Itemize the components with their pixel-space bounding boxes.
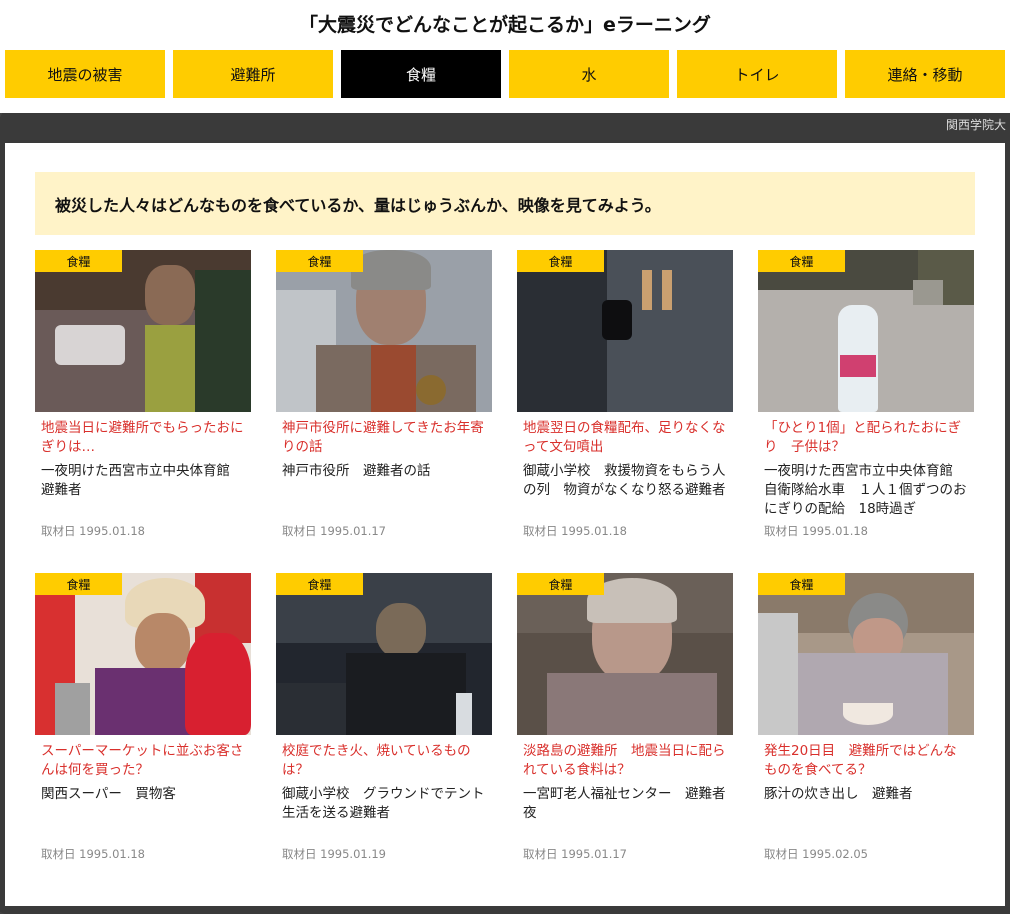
video-title[interactable]: 校庭でたき火、焼いているものは？ xyxy=(282,742,488,780)
video-description: 関西スーパー 買物客 xyxy=(41,786,176,802)
category-badge: 食糧 xyxy=(35,573,122,595)
intro-banner: 被災した人々はどんなものを食べているか、量はじゅうぶんか、映像を見てみよう。 xyxy=(35,172,975,235)
recording-date: 取材日 1995.01.19 xyxy=(282,847,386,861)
video-card[interactable]: 食糧 スーパーマーケットに並ぶお客さんは何を買った？ 関西スーパー 買物客 取材… xyxy=(35,573,251,863)
video-card[interactable]: 食糧 神戸市役所に避難してきたお年寄りの話 神戸市役所 避難者の話 取材日 19… xyxy=(276,250,492,540)
category-badge: 食糧 xyxy=(276,573,363,595)
recording-date: 取材日 1995.01.18 xyxy=(764,524,868,538)
tab-toilet[interactable]: トイレ xyxy=(677,50,837,98)
video-title[interactable]: スーパーマーケットに並ぶお客さんは何を買った？ xyxy=(41,742,247,780)
video-thumbnail xyxy=(35,250,251,412)
video-list-modal: 被災した人々はどんなものを食べているか、量はじゅうぶんか、映像を見てみよう。 食… xyxy=(5,143,1005,906)
category-badge: 食糧 xyxy=(517,250,604,272)
video-card[interactable]: 食糧 地震当日に避難所でもらったおにぎりは… 一夜明けた西宮市立中央体育館 避難… xyxy=(35,250,251,540)
video-title[interactable]: 地震当日に避難所でもらったおにぎりは… xyxy=(41,419,247,457)
recording-date: 取材日 1995.02.05 xyxy=(764,847,868,861)
video-title[interactable]: 地震翌日の食糧配布、足りなくなって文句噴出 xyxy=(523,419,729,457)
video-description: 神戸市役所 避難者の話 xyxy=(282,463,431,479)
video-card[interactable]: 食糧 「ひとり1個」と配られたおにぎり 子供は？ 一夜明けた西宮市立中央体育館 … xyxy=(758,250,974,540)
recording-date: 取材日 1995.01.17 xyxy=(282,524,386,538)
video-description: 豚汁の炊き出し 避難者 xyxy=(764,786,913,802)
recording-date: 取材日 1995.01.17 xyxy=(523,847,627,861)
video-thumbnail xyxy=(276,250,492,412)
tab-contact-transport[interactable]: 連絡・移動 xyxy=(845,50,1005,98)
video-title[interactable]: 神戸市役所に避難してきたお年寄りの話 xyxy=(282,419,488,457)
video-description: 御蔵小学校 救援物資をもらう人の列 物資がなくなり怒る避難者 xyxy=(523,463,726,498)
site-title: 「大震災でどんなことが起こるか」eラーニング xyxy=(299,14,711,36)
video-card[interactable]: 食糧 淡路島の避難所 地震当日に配られている食料は？ 一宮町老人福祉センター 避… xyxy=(517,573,739,863)
category-badge: 食糧 xyxy=(758,573,845,595)
category-tabs: 地震の被害 避難所 食糧 水 トイレ 連絡・移動 xyxy=(5,50,1005,98)
video-description: 一宮町老人福祉センター 避難者 夜 xyxy=(523,786,739,821)
recording-date: 取材日 1995.01.18 xyxy=(523,524,627,538)
recording-date: 取材日 1995.01.18 xyxy=(41,847,145,861)
video-card[interactable]: 食糧 地震翌日の食糧配布、足りなくなって文句噴出 御蔵小学校 救援物資をもらう人… xyxy=(517,250,733,540)
tab-shelter[interactable]: 避難所 xyxy=(173,50,333,98)
video-thumbnail xyxy=(517,250,733,412)
video-title[interactable]: 淡路島の避難所 地震当日に配られている食料は？ xyxy=(523,742,729,780)
video-description: 御蔵小学校 グラウンドでテント生活を送る避難者 xyxy=(282,786,485,821)
video-title[interactable]: 「ひとり1個」と配られたおにぎり 子供は？ xyxy=(764,419,970,457)
video-thumbnail xyxy=(35,573,251,735)
category-badge: 食糧 xyxy=(517,573,604,595)
map-place-label: 関西学院大 xyxy=(945,118,1006,132)
header: 「大震災でどんなことが起こるか」eラーニング 地震の被害 避難所 食糧 水 トイ… xyxy=(0,0,1010,113)
video-thumbnail xyxy=(517,573,733,735)
video-thumbnail xyxy=(758,573,974,735)
recording-date: 取材日 1995.01.18 xyxy=(41,524,145,538)
category-badge: 食糧 xyxy=(35,250,122,272)
category-badge: 食糧 xyxy=(758,250,845,272)
tab-water[interactable]: 水 xyxy=(509,50,669,98)
video-description: 一夜明けた西宮市立中央体育館 自衛隊給水車 １人１個ずつのおにぎりの配給 18時… xyxy=(764,463,967,517)
video-title[interactable]: 発生20日目 避難所ではどんなものを食べてる？ xyxy=(764,742,970,780)
video-card[interactable]: 食糧 発生20日目 避難所ではどんなものを食べてる？ 豚汁の炊き出し 避難者 取… xyxy=(758,573,974,863)
video-thumbnail xyxy=(758,250,974,412)
video-card[interactable]: 食糧 校庭でたき火、焼いているものは？ 御蔵小学校 グラウンドでテント生活を送る… xyxy=(276,573,492,863)
category-badge: 食糧 xyxy=(276,250,363,272)
video-description: 一夜明けた西宮市立中央体育館 避難者 xyxy=(41,463,244,498)
tab-food[interactable]: 食糧 xyxy=(341,50,501,98)
video-thumbnail xyxy=(276,573,492,735)
tab-earthquake-damage[interactable]: 地震の被害 xyxy=(5,50,165,98)
